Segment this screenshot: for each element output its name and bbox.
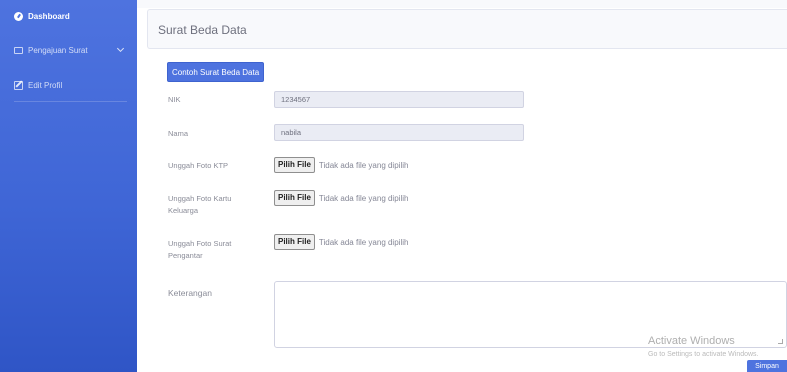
sidebar: Dashboard Pengajuan Surat Edit Profil bbox=[0, 0, 137, 372]
sidebar-divider bbox=[14, 101, 127, 102]
save-button[interactable]: Simpan bbox=[747, 360, 787, 372]
keterangan-label: Keterangan bbox=[168, 288, 212, 298]
resize-handle-icon[interactable] bbox=[778, 339, 783, 344]
card-header: Surat Beda Data bbox=[147, 9, 787, 49]
example-letter-button[interactable]: Contoh Surat Beda Data bbox=[167, 62, 265, 82]
folder-icon bbox=[14, 46, 23, 54]
pengantar-label: Unggah Foto Surat Pengantar bbox=[168, 239, 232, 260]
main-content: Surat Beda Data Contoh Surat Beda Data N… bbox=[137, 0, 787, 372]
pengantar-file-input: Pilih File Tidak ada file yang dipilih bbox=[274, 234, 408, 250]
page-title: Surat Beda Data bbox=[158, 23, 247, 37]
ktp-label: Unggah Foto KTP bbox=[168, 161, 229, 170]
kk-file-input: Pilih File Tidak ada file yang dipilih bbox=[274, 190, 408, 206]
nik-field[interactable]: 1234567 bbox=[274, 91, 524, 108]
activate-windows-title: Activate Windows bbox=[648, 335, 735, 347]
tachometer-icon bbox=[14, 11, 23, 21]
sidebar-item-edit-profil[interactable]: Edit Profil bbox=[0, 74, 137, 96]
activate-windows-subtitle: Go to Settings to activate Windows. bbox=[648, 351, 759, 358]
kk-choose-file-button[interactable]: Pilih File bbox=[274, 190, 315, 206]
edit-icon bbox=[14, 80, 23, 90]
sidebar-item-label: Pengajuan Surat bbox=[28, 45, 88, 55]
sidebar-item-label: Dashboard bbox=[28, 11, 70, 21]
nik-label: NIK bbox=[168, 95, 181, 104]
chevron-down-icon bbox=[116, 44, 125, 53]
ktp-choose-file-button[interactable]: Pilih File bbox=[274, 157, 315, 173]
sidebar-item-pengajuan-surat[interactable]: Pengajuan Surat bbox=[0, 39, 137, 61]
ktp-file-status: Tidak ada file yang dipilih bbox=[318, 160, 409, 170]
nama-label: Nama bbox=[168, 129, 189, 138]
kk-label: Unggah Foto Kartu Keluarga bbox=[168, 194, 232, 215]
sidebar-item-dashboard[interactable]: Dashboard bbox=[0, 5, 137, 27]
sidebar-item-label: Edit Profil bbox=[28, 80, 63, 90]
nama-field[interactable]: nabila bbox=[274, 124, 524, 141]
pengantar-file-status: Tidak ada file yang dipilih bbox=[318, 237, 409, 247]
top-strip bbox=[137, 0, 787, 8]
pengantar-choose-file-button[interactable]: Pilih File bbox=[274, 234, 315, 250]
kk-file-status: Tidak ada file yang dipilih bbox=[318, 193, 409, 203]
ktp-file-input: Pilih File Tidak ada file yang dipilih bbox=[274, 157, 408, 173]
